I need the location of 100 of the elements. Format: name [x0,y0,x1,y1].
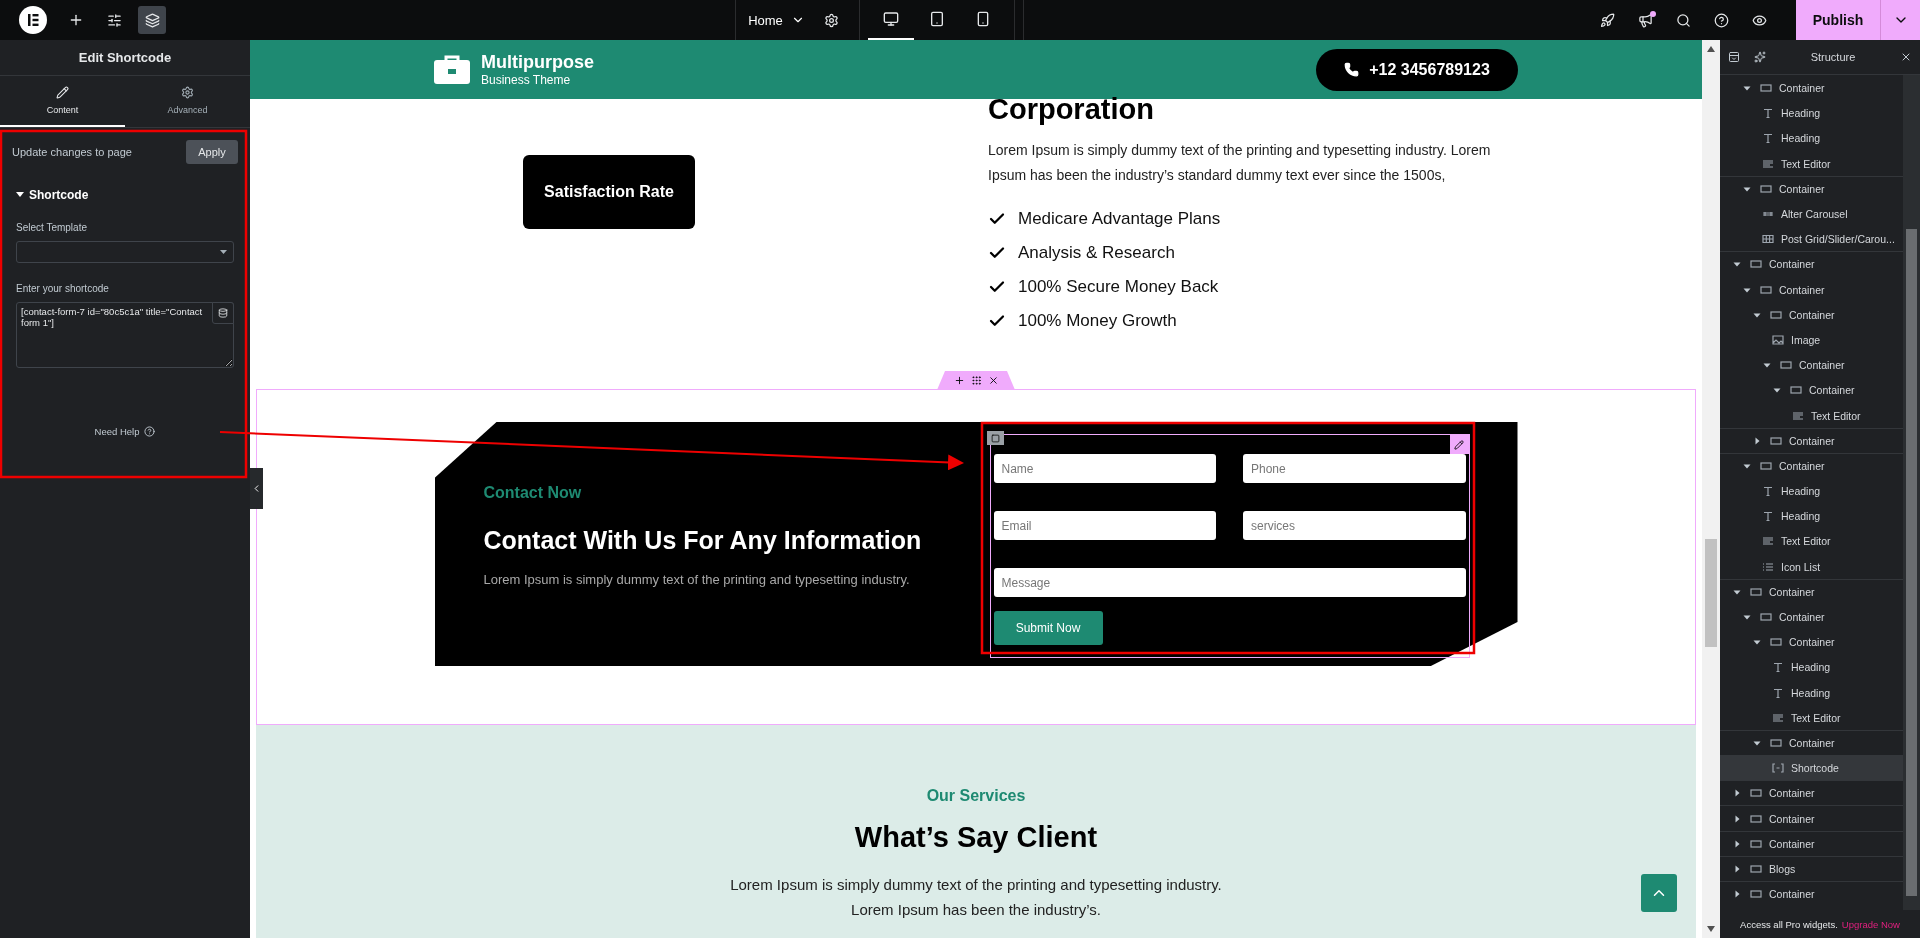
add-button[interactable] [953,375,965,386]
caret-icon [220,249,227,255]
grid-icon [1762,234,1774,245]
tree-item[interactable]: Image [1720,326,1903,353]
container-icon [1750,259,1762,270]
tree-item[interactable]: Container [1720,75,1903,101]
shortcode-input[interactable]: [contact-form-7 id="80c5c1a" title="Contact form 1"] [16,302,234,368]
tree-item[interactable]: Container [1720,276,1903,302]
help-link[interactable]: Need Help [94,426,156,437]
dynamic-tags-button[interactable] [212,302,234,324]
arrow-up-icon[interactable] [1707,46,1715,52]
collapse-all-button[interactable] [1728,51,1740,63]
tree-item[interactable]: Container [1720,352,1903,378]
input-field[interactable]: services [1243,511,1466,540]
ai-button[interactable] [1754,51,1766,63]
submit-button[interactable]: Submit Now [993,611,1103,645]
container-icon [1750,586,1762,597]
panel-tab[interactable]: Advanced [125,76,250,127]
page-dropdown[interactable]: Home [736,12,813,28]
feature-text: Analysis & Research [1018,243,1175,263]
upgrade-link[interactable]: Upgrade Now [1841,918,1900,930]
tree-item[interactable]: Container [1720,427,1903,453]
caret-right-icon[interactable] [1733,839,1741,848]
tree-item[interactable]: Container [1720,251,1903,277]
panel-tab[interactable]: Content [0,76,125,127]
caret-down-icon [16,192,24,198]
drag-handle[interactable] [970,375,982,386]
tree-item[interactable]: Shortcode [1720,755,1903,781]
input-field[interactable]: Phone [1243,454,1466,483]
logo-icon[interactable] [19,6,47,34]
caret-down-icon[interactable] [1763,361,1771,370]
tree-item[interactable]: Heading [1720,125,1903,151]
caret-down-icon[interactable] [1753,638,1761,647]
collapse-panel-button[interactable] [250,468,263,509]
scrollbar-thumb[interactable] [1705,539,1717,647]
tree-item[interactable]: Container [1720,301,1903,327]
caret-down-icon[interactable] [1773,386,1781,395]
input-field[interactable]: Message [993,568,1466,597]
tree-item[interactable]: Post Grid/Slider/Carou... [1720,226,1903,252]
tree-item[interactable]: Container [1720,780,1903,806]
caret-down-icon[interactable] [1733,260,1741,269]
tree-item[interactable]: Heading [1720,654,1903,680]
tree-item[interactable]: Heading [1720,478,1903,504]
plus-icon [953,375,965,386]
tree-item[interactable]: Text Editor [1720,704,1903,730]
tree-item[interactable]: Icon List [1720,553,1903,579]
caret-right-icon[interactable] [1733,789,1741,798]
container-icon [1780,360,1792,371]
heading-icon [1772,687,1784,698]
sparkle-icon [1754,51,1766,63]
tree-item[interactable]: Container [1720,578,1903,604]
input-field[interactable]: Email [993,511,1216,540]
tree-item[interactable]: Container [1720,805,1903,831]
scrollbar-thumb[interactable] [1906,229,1917,896]
tree-item[interactable]: Container [1720,629,1903,655]
container-icon [1750,788,1762,799]
arrow-down-icon[interactable] [1707,926,1715,932]
container-icon [1770,637,1782,648]
apply-button[interactable]: Apply [186,140,238,164]
help-icon [144,426,156,437]
close-button[interactable] [1900,51,1912,63]
scrollbar[interactable] [1702,40,1720,938]
tree-item[interactable]: Alter Carousel [1720,200,1903,227]
caret-down-icon[interactable] [1743,613,1751,622]
tree-item[interactable]: Blogs [1720,855,1903,881]
scrollbar[interactable] [1903,75,1920,910]
tree-item[interactable]: Container [1720,881,1903,907]
contact-heading: Contact With Us For Any Information [483,526,923,555]
tree-item[interactable]: Container [1720,377,1903,403]
tree-item[interactable]: Container [1720,175,1903,201]
phone-button[interactable]: +12 3456789123 [1316,48,1518,91]
about-paragraph: Lorem Ipsum is simply dummy text of the printing and typesetting industry. Lorem Ipsum has been the industry’s standard dummy text ever since the 1500s, [988,141,1492,185]
tree-item[interactable]: Text Editor [1720,402,1903,428]
toolbar-button[interactable] [138,6,166,34]
container-icon [1760,83,1772,94]
input-field[interactable]: Name [993,454,1216,483]
tree-item[interactable]: Heading [1720,100,1903,126]
field-label: Select Template [16,222,88,233]
publish-button[interactable]: Publish [1796,0,1880,40]
container-icon [1760,183,1772,194]
tree-item[interactable]: Container [1720,603,1903,630]
tree-item[interactable]: Heading [1720,679,1903,705]
tree-item[interactable]: Text Editor [1720,528,1903,554]
tree-item[interactable]: Text Editor [1720,150,1903,176]
caret-right-icon[interactable] [1733,864,1741,873]
tree-item[interactable]: Heading [1720,503,1903,529]
search-icon [1675,12,1691,28]
section-toggle[interactable]: Shortcode [16,188,238,202]
feature-text: 100% Money Growth [1018,311,1177,331]
tree-item[interactable]: Container [1720,830,1903,856]
delete-button[interactable] [987,375,999,386]
caret-right-icon[interactable] [1753,436,1761,445]
caret-right-icon[interactable] [1733,814,1741,823]
square-icon [990,433,1000,443]
container-icon [1760,460,1772,471]
help-icon [1713,12,1729,28]
caret-right-icon[interactable] [1733,890,1741,899]
tree-item[interactable]: Container [1720,452,1903,478]
caret-down-icon[interactable] [1743,84,1751,93]
container-icon [1750,863,1762,874]
